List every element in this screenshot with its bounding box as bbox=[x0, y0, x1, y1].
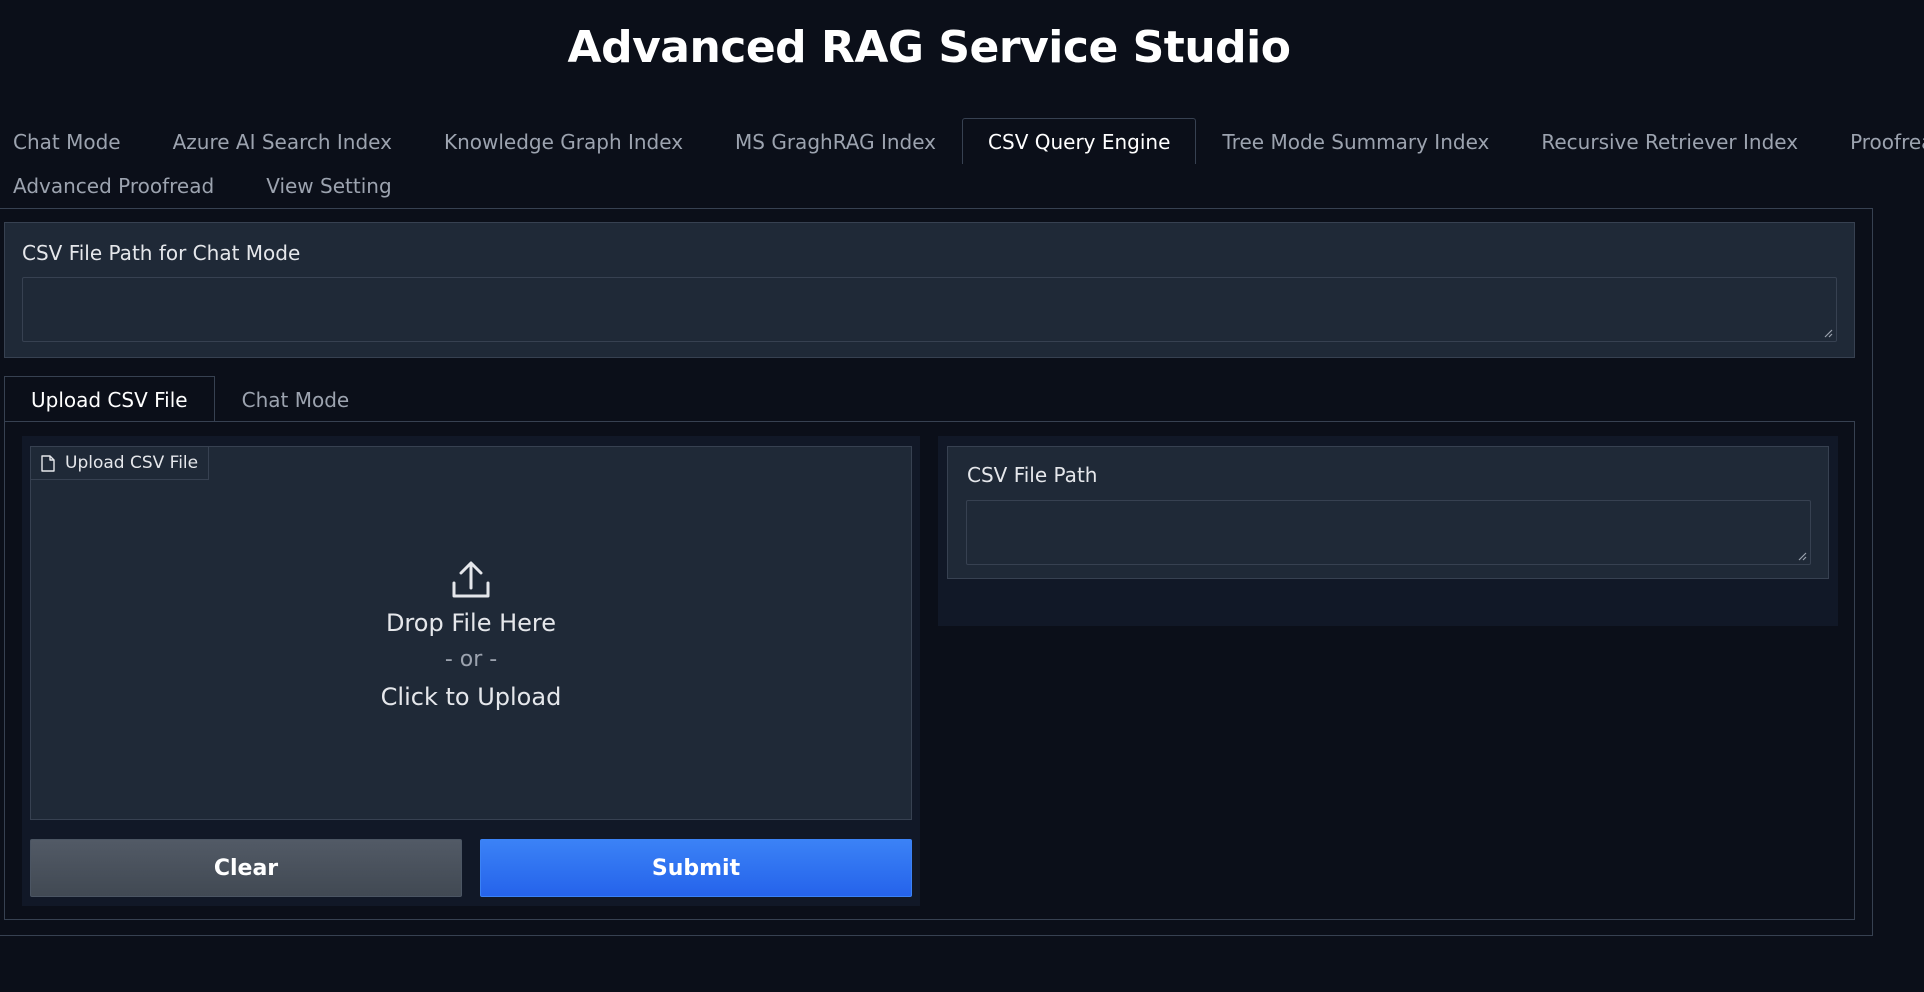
csv-path-block: CSV File Path bbox=[947, 446, 1829, 579]
csv-chat-path-block: CSV File Path for Chat Mode bbox=[4, 222, 1855, 358]
click-to-upload-text[interactable]: Click to Upload bbox=[31, 679, 911, 715]
clear-button[interactable]: Clear bbox=[30, 839, 462, 897]
tab-csv-query-engine[interactable]: CSV Query Engine bbox=[962, 118, 1197, 164]
tab-view-setting[interactable]: View Setting bbox=[240, 162, 417, 208]
tab-azure-ai-search-index[interactable]: Azure AI Search Index bbox=[147, 118, 418, 164]
tab-ms-graghrag-index[interactable]: MS GraghRAG Index bbox=[709, 118, 962, 164]
resize-grip-icon[interactable] bbox=[1823, 328, 1833, 338]
tab-knowledge-graph-index[interactable]: Knowledge Graph Index bbox=[418, 118, 709, 164]
csv-path-textarea[interactable] bbox=[966, 500, 1811, 565]
drop-file-text: Drop File Here bbox=[385, 609, 557, 637]
csv-chat-path-label: CSV File Path for Chat Mode bbox=[22, 241, 301, 265]
upload-icon bbox=[452, 561, 490, 598]
tab-chat-mode[interactable]: Chat Mode bbox=[0, 118, 147, 164]
csv-chat-path-textarea[interactable] bbox=[22, 277, 1837, 342]
file-upload-dropzone[interactable]: Upload CSV File Drop File Here - or - Cl… bbox=[30, 446, 912, 820]
tab-tree-mode-summary-index[interactable]: Tree Mode Summary Index bbox=[1196, 118, 1515, 164]
page: Advanced RAG Service Studio Chat Mode Az… bbox=[0, 0, 1924, 992]
upload-prompt[interactable]: Drop File Here - or - Click to Upload bbox=[31, 561, 911, 715]
tab-proofread[interactable]: Proofread bbox=[1824, 118, 1924, 164]
subtab-upload-csv-file[interactable]: Upload CSV File bbox=[4, 376, 215, 422]
subtab-chat-mode[interactable]: Chat Mode bbox=[215, 376, 377, 422]
resize-grip-icon[interactable] bbox=[1797, 551, 1807, 561]
main-tab-row-2: Advanced Proofread View Setting bbox=[0, 162, 418, 208]
tab-recursive-retriever-index[interactable]: Recursive Retriever Index bbox=[1515, 118, 1824, 164]
upload-label-tag: Upload CSV File bbox=[31, 447, 210, 480]
sub-tab-bar: Upload CSV File Chat Mode bbox=[4, 376, 376, 422]
or-separator-text: - or - bbox=[444, 647, 498, 672]
csv-path-label: CSV File Path bbox=[967, 463, 1098, 487]
app-title: Advanced RAG Service Studio bbox=[567, 22, 1291, 73]
upload-label-text: Upload CSV File bbox=[65, 453, 199, 473]
file-icon bbox=[41, 454, 55, 472]
submit-button[interactable]: Submit bbox=[480, 839, 912, 897]
tab-advanced-proofread[interactable]: Advanced Proofread bbox=[0, 162, 240, 208]
main-tab-row-1: Chat Mode Azure AI Search Index Knowledg… bbox=[0, 118, 1924, 164]
